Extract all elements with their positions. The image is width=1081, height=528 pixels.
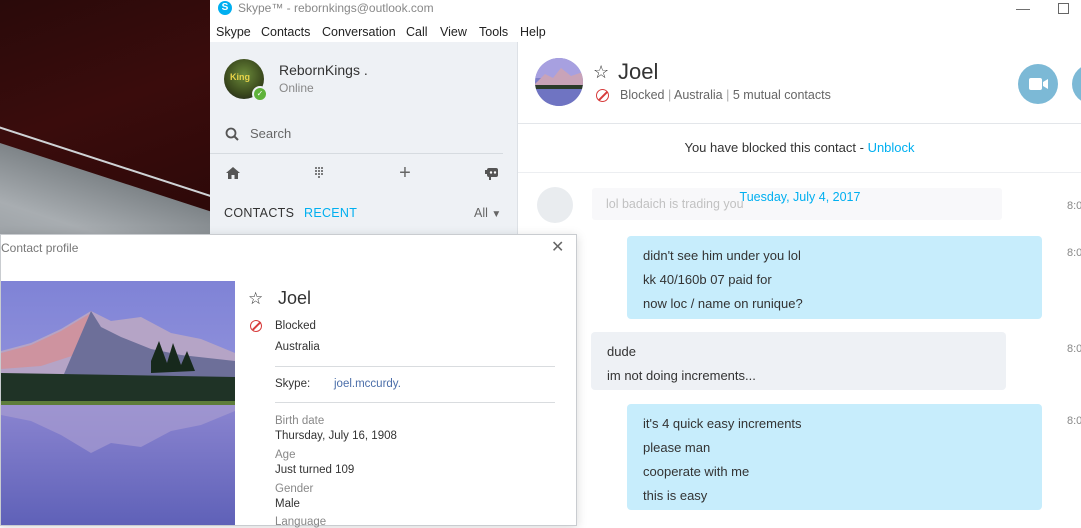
avatar-text: King [230, 72, 250, 82]
audio-call-button[interactable] [1072, 64, 1081, 104]
profile-divider [275, 366, 555, 367]
message-time: 8:0 [1067, 200, 1081, 212]
menu-conversation[interactable]: Conversation [322, 25, 396, 39]
left-toolbar: + [210, 162, 517, 190]
online-presence-icon: ✓ [252, 86, 268, 102]
menu-contacts[interactable]: Contacts [261, 25, 310, 39]
skype-logo-icon: S [218, 1, 232, 15]
message-avatar [537, 187, 573, 223]
search-placeholder: Search [250, 126, 292, 141]
chevron-down-icon: ▼ [491, 209, 502, 220]
message-time: 8:0 [1067, 247, 1081, 259]
mutual-contacts-link[interactable]: 5 mutual contacts [733, 88, 831, 102]
desktop-background [0, 0, 210, 240]
gender-value: Male [275, 498, 300, 510]
gender-label: Gender [275, 483, 314, 495]
search-box[interactable]: Search [224, 126, 504, 148]
menu-skype[interactable]: Skype [216, 25, 251, 39]
profile-picture [1, 281, 235, 525]
filter-label: All [474, 206, 488, 220]
maximize-button[interactable] [1058, 3, 1069, 14]
message-time: 8:0 [1067, 415, 1081, 427]
message-line: this is easy [643, 488, 708, 503]
tab-contacts[interactable]: CONTACTS [224, 206, 294, 220]
contact-country: Australia [674, 88, 723, 102]
tab-recent[interactable]: RECENT [304, 206, 357, 220]
search-icon [225, 127, 239, 141]
profile-country: Australia [275, 341, 320, 353]
blocked-notice: You have blocked this contact - Unblock [518, 140, 1081, 155]
contact-profile-dialog: Contact profile ✕ ☆ Joel Blocked Austral… [0, 234, 577, 528]
skype-id-value[interactable]: joel.mccurdy. [334, 378, 401, 390]
menu-help[interactable]: Help [520, 25, 546, 39]
blocked-notice-text: You have blocked this contact - [684, 140, 868, 155]
language-label: Language [275, 516, 327, 528]
message-line: now loc / name on runique? [643, 296, 803, 311]
minimize-button[interactable]: — [1016, 0, 1030, 16]
favorite-star-icon[interactable]: ☆ [593, 62, 609, 83]
message-line: cooperate with me [643, 464, 750, 479]
window-title: Skype™ - rebornkings@outlook.com [238, 1, 434, 15]
message-line: im not doing increments... [607, 368, 756, 383]
message-line: please man [643, 440, 711, 455]
profile-name: Joel [278, 288, 312, 308]
message-bubble-out[interactable]: didn't see him under you lol kk 40/160b … [627, 236, 1042, 319]
user-status[interactable]: Online [279, 81, 314, 95]
message-line: it's 4 quick easy increments [643, 416, 802, 431]
user-name[interactable]: RebornKings . [279, 62, 368, 78]
video-call-button[interactable] [1018, 64, 1058, 104]
message-line: kk 40/160b 07 paid for [643, 272, 772, 287]
home-icon[interactable] [224, 164, 242, 182]
favorite-star-icon[interactable]: ☆ [248, 289, 263, 309]
notice-divider [518, 172, 1081, 173]
video-camera-icon [1029, 78, 1048, 90]
message-bubble-out[interactable]: it's 4 quick easy increments please man … [627, 404, 1042, 510]
header-divider [518, 123, 1081, 124]
profile-blocked-status: Blocked [275, 320, 316, 332]
skype-id-label: Skype: [275, 378, 311, 390]
filter-dropdown[interactable]: All ▼ [474, 206, 501, 220]
message-time: 8:0 [1067, 343, 1081, 355]
title-bar: S Skype™ - rebornkings@outlook.com — [210, 0, 1081, 22]
contact-status: Blocked [620, 88, 665, 102]
menu-call[interactable]: Call [406, 25, 428, 39]
dialpad-icon[interactable] [310, 164, 328, 182]
dialog-title: Contact profile [1, 241, 79, 255]
age-label: Age [275, 449, 296, 461]
bot-icon[interactable] [483, 164, 501, 182]
age-value: Just turned 109 [275, 464, 355, 476]
contact-meta: Blocked | Australia | 5 mutual contacts [620, 88, 831, 102]
date-divider: Tuesday, July 4, 2017 [739, 190, 861, 204]
message-line: didn't see him under you lol [643, 248, 801, 263]
birth-date-value: Thursday, July 16, 1908 [275, 430, 397, 442]
message-bubble-in[interactable]: dude im not doing increments... [591, 332, 1006, 390]
contacts-tabs: CONTACTS RECENT All ▼ [224, 206, 504, 226]
birth-date-label: Birth date [275, 415, 325, 427]
menu-view[interactable]: View [440, 25, 467, 39]
add-icon[interactable]: + [396, 163, 414, 183]
contact-name[interactable]: Joel [618, 59, 658, 85]
menu-bar: Skype Contacts Conversation Call View To… [210, 22, 1081, 42]
unblock-link[interactable]: Unblock [868, 140, 915, 155]
search-divider [210, 153, 503, 154]
message-line: dude [607, 344, 636, 359]
close-icon[interactable]: ✕ [551, 237, 564, 257]
menu-tools[interactable]: Tools [479, 25, 508, 39]
profile-divider [275, 402, 555, 403]
contact-avatar[interactable] [535, 58, 583, 106]
